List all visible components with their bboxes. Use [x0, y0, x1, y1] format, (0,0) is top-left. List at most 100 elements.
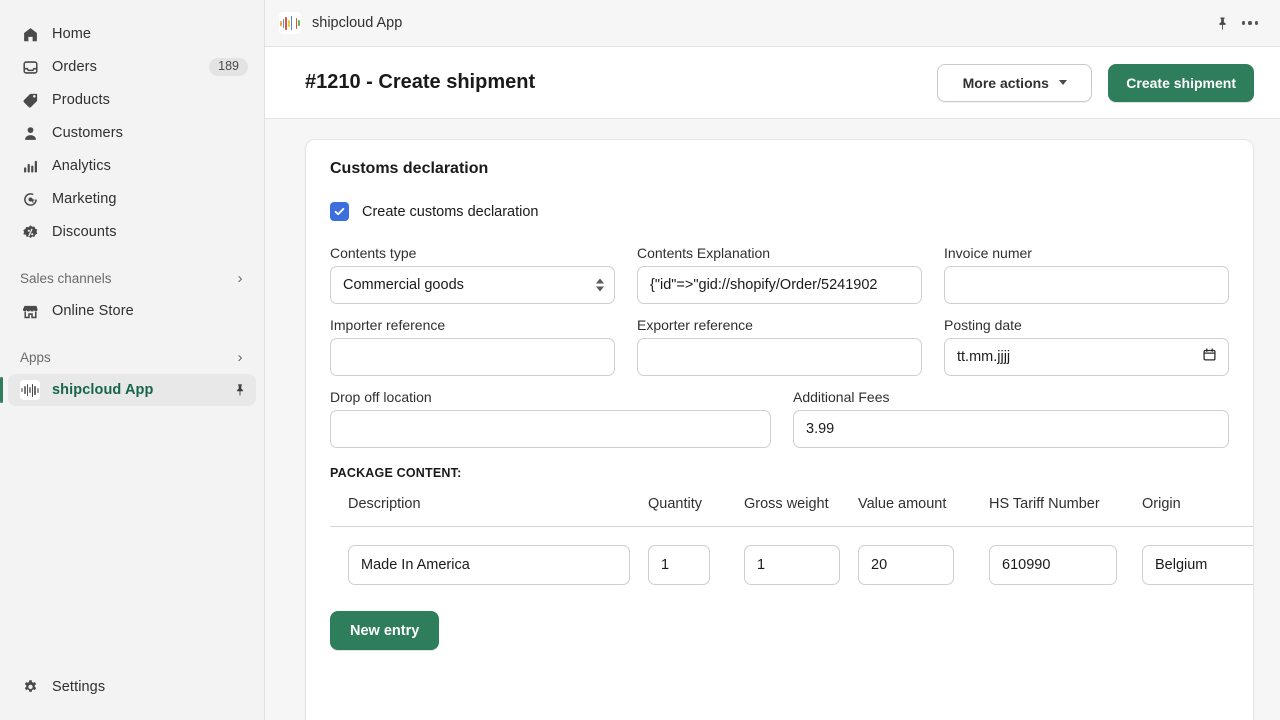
- apps-label: Apps: [20, 350, 232, 365]
- row-origin-input[interactable]: [1142, 545, 1254, 585]
- sidebar-section-apps[interactable]: Apps ›: [8, 342, 256, 372]
- additional-fees-field: Additional Fees: [793, 389, 1229, 448]
- row-quantity-input[interactable]: [648, 545, 710, 585]
- storefront-icon: [20, 301, 40, 321]
- create-customs-declaration-label: Create customs declaration: [362, 204, 539, 220]
- row-hs-tariff-number-input[interactable]: [989, 545, 1117, 585]
- exporter-reference-input[interactable]: [637, 338, 922, 376]
- orders-inbox-icon: [20, 57, 40, 77]
- sidebar-item-settings[interactable]: Settings: [8, 671, 256, 703]
- card-title: Customs declaration: [330, 160, 1229, 178]
- create-customs-declaration-checkbox[interactable]: [330, 202, 349, 221]
- sales-channels-label: Sales channels: [20, 271, 232, 286]
- importer-reference-input[interactable]: [330, 338, 615, 376]
- column-header-hs-tariff-number: HS Tariff Number: [971, 496, 1124, 512]
- invoice-number-input[interactable]: [944, 266, 1229, 304]
- importer-reference-field: Importer reference: [330, 317, 615, 376]
- sidebar-item-label: Settings: [52, 679, 248, 695]
- shipcloud-waveform-icon: [279, 12, 301, 34]
- orders-count-badge: 189: [209, 58, 248, 76]
- column-header-quantity: Quantity: [630, 496, 726, 512]
- column-header-origin: Origin: [1124, 496, 1254, 512]
- sidebar: Home Orders 189 Products Customers: [0, 0, 265, 720]
- sidebar-bottom: Settings: [0, 671, 264, 720]
- more-actions-button[interactable]: More actions: [937, 64, 1092, 102]
- package-content-section-label: PACKAGE CONTENT:: [330, 466, 1229, 480]
- sidebar-item-label: Analytics: [52, 158, 248, 174]
- row-description-input[interactable]: [348, 545, 630, 585]
- form-row-1: Contents type Contents Explanation: [330, 245, 1229, 304]
- new-entry-label: New entry: [350, 623, 419, 639]
- column-header-description: Description: [330, 496, 630, 512]
- sidebar-item-shipcloud-app[interactable]: shipcloud App: [8, 374, 256, 406]
- create-shipment-button[interactable]: Create shipment: [1108, 64, 1254, 102]
- sidebar-item-home[interactable]: Home: [8, 18, 256, 50]
- sidebar-item-label: Online Store: [52, 303, 248, 319]
- sidebar-item-label: shipcloud App: [52, 382, 232, 398]
- sidebar-item-products[interactable]: Products: [8, 84, 256, 116]
- sidebar-item-customers[interactable]: Customers: [8, 117, 256, 149]
- sidebar-item-label: Marketing: [52, 191, 248, 207]
- chevron-right-icon[interactable]: ›: [232, 350, 248, 365]
- additional-fees-input[interactable]: [793, 410, 1229, 448]
- analytics-bars-icon: [20, 156, 40, 176]
- app-embed-title: shipcloud App: [312, 15, 1208, 31]
- sidebar-spacer: [0, 407, 264, 671]
- pin-icon[interactable]: [1208, 9, 1236, 37]
- posting-date-label: Posting date: [944, 317, 1229, 333]
- shipcloud-waveform-icon: [20, 380, 40, 400]
- sidebar-section-sales-channels[interactable]: Sales channels ›: [8, 263, 256, 293]
- app-embed-bar: shipcloud App: [265, 0, 1280, 47]
- row-gross-weight-input[interactable]: [744, 545, 840, 585]
- page-header: #1210 - Create shipment More actions Cre…: [265, 47, 1280, 119]
- sidebar-item-label: Home: [52, 26, 248, 42]
- form-row-2: Importer reference Exporter reference Po…: [330, 317, 1229, 376]
- table-header-row: Description Quantity Gross weight Value …: [330, 496, 1254, 527]
- new-entry-button[interactable]: New entry: [330, 611, 439, 650]
- additional-fees-label: Additional Fees: [793, 389, 1229, 405]
- create-customs-declaration-row[interactable]: Create customs declaration: [330, 202, 1229, 221]
- exporter-reference-field: Exporter reference: [637, 317, 922, 376]
- package-content-table: Description Quantity Gross weight Value …: [330, 496, 1254, 585]
- chevron-down-icon: [1059, 80, 1067, 85]
- drop-off-location-label: Drop off location: [330, 389, 771, 405]
- sidebar-item-label: Orders: [52, 59, 209, 75]
- posting-date-input[interactable]: [944, 338, 1229, 376]
- form-row-3: Drop off location Additional Fees: [330, 389, 1229, 448]
- drop-off-location-input[interactable]: [330, 410, 771, 448]
- app-root: Home Orders 189 Products Customers: [0, 0, 1280, 720]
- contents-explanation-field: Contents Explanation: [637, 245, 922, 304]
- column-header-value-amount: Value amount: [840, 496, 971, 512]
- exporter-reference-label: Exporter reference: [637, 317, 922, 333]
- sidebar-item-label: Discounts: [52, 224, 248, 240]
- contents-explanation-label: Contents Explanation: [637, 245, 922, 261]
- sidebar-item-orders[interactable]: Orders 189: [8, 51, 256, 83]
- pin-icon[interactable]: [232, 380, 248, 400]
- sidebar-item-label: Customers: [52, 125, 248, 141]
- content-scroll-area[interactable]: Customs declaration Create customs decla…: [265, 119, 1280, 720]
- sidebar-item-discounts[interactable]: Discounts: [8, 216, 256, 248]
- table-row: [330, 527, 1254, 585]
- customs-declaration-card: Customs declaration Create customs decla…: [305, 139, 1254, 720]
- home-icon: [20, 24, 40, 44]
- discount-percent-icon: [20, 222, 40, 242]
- contents-type-field: Contents type: [330, 245, 615, 304]
- contents-explanation-input[interactable]: [637, 266, 922, 304]
- ellipsis-icon[interactable]: [1236, 9, 1264, 37]
- sidebar-item-label: Products: [52, 92, 248, 108]
- marketing-target-icon: [20, 189, 40, 209]
- chevron-right-icon[interactable]: ›: [232, 271, 248, 286]
- more-actions-label: More actions: [963, 75, 1049, 91]
- sidebar-item-online-store[interactable]: Online Store: [8, 295, 256, 327]
- sidebar-item-analytics[interactable]: Analytics: [8, 150, 256, 182]
- posting-date-field: Posting date: [944, 317, 1229, 376]
- row-value-amount-input[interactable]: [858, 545, 954, 585]
- importer-reference-label: Importer reference: [330, 317, 615, 333]
- gear-icon: [20, 677, 40, 697]
- customer-person-icon: [20, 123, 40, 143]
- invoice-number-label: Invoice numer: [944, 245, 1229, 261]
- sidebar-item-marketing[interactable]: Marketing: [8, 183, 256, 215]
- contents-type-select[interactable]: [330, 266, 615, 304]
- contents-type-label: Contents type: [330, 245, 615, 261]
- page-title: #1210 - Create shipment: [305, 71, 937, 94]
